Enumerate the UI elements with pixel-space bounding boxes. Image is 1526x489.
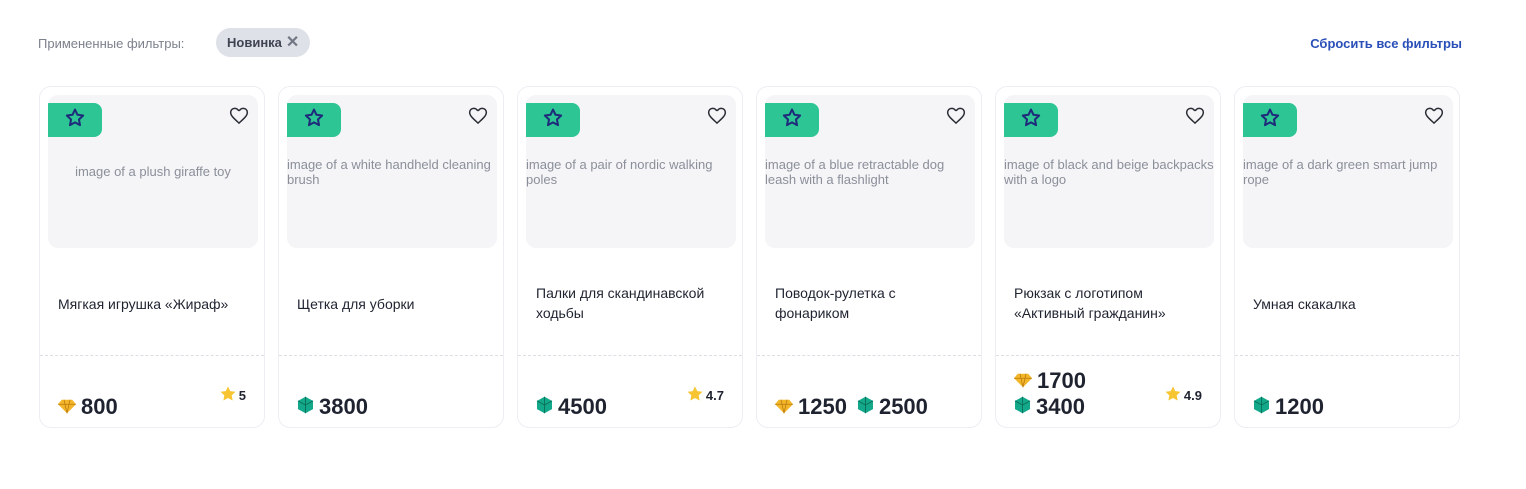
- rating-star-icon: [686, 385, 704, 406]
- product-prices: 1200: [1253, 382, 1324, 432]
- diamond-icon: [1014, 369, 1032, 393]
- product-image[interactable]: image of black and beige backpacks with …: [1004, 95, 1214, 248]
- diamond-icon: [58, 395, 76, 419]
- heart-outline-icon[interactable]: [943, 103, 969, 129]
- new-badge: [48, 103, 102, 137]
- product-prices: 3800: [297, 382, 368, 432]
- divider: [996, 355, 1220, 356]
- rating-value: 5: [238, 388, 246, 403]
- price: 3400: [1014, 394, 1086, 420]
- star-outline-icon: [64, 107, 86, 134]
- product-image[interactable]: image of a white handheld cleaning brush: [287, 95, 497, 248]
- star-outline-icon: [1020, 107, 1042, 134]
- product-prices: 4500: [536, 382, 607, 432]
- divider: [757, 355, 981, 356]
- new-badge: [1243, 103, 1297, 137]
- product-prices: 800: [58, 382, 118, 432]
- rating-star-icon: [219, 385, 237, 406]
- product-card[interactable]: image of a pair of nordic walking poles П…: [517, 86, 743, 428]
- divider: [518, 355, 742, 356]
- product-card[interactable]: image of a dark green smart jump rope Умн…: [1234, 86, 1460, 428]
- product-title[interactable]: Умная скакалка: [1253, 294, 1443, 314]
- star-outline-icon: [1259, 107, 1281, 134]
- heart-outline-icon[interactable]: [1182, 103, 1208, 129]
- price: 1250: [775, 395, 847, 419]
- rating-value: 4.9: [1183, 388, 1202, 403]
- star-outline-icon: [303, 107, 325, 134]
- rating-value: 4.7: [705, 388, 724, 403]
- product-title[interactable]: Поводок-рулетка с фонариком: [775, 283, 965, 323]
- product-card[interactable]: image of black and beige backpacks with …: [995, 86, 1221, 428]
- new-badge: [526, 103, 580, 137]
- product-image[interactable]: image of a pair of nordic walking poles: [526, 95, 736, 248]
- price-amount: 2500: [878, 394, 928, 419]
- heart-outline-icon[interactable]: [226, 103, 252, 129]
- price: 4500: [536, 395, 607, 419]
- divider: [279, 355, 503, 356]
- reset-filters-link[interactable]: Сбросить все фильтры: [1310, 36, 1462, 51]
- new-badge: [1004, 103, 1058, 137]
- rating-star-icon: [1164, 385, 1182, 406]
- price-amount: 1250: [798, 394, 847, 419]
- gem-icon: [536, 395, 553, 419]
- star-outline-icon: [781, 107, 803, 134]
- product-title[interactable]: Мягкая игрушка «Жираф»: [58, 294, 248, 314]
- price-amount: 1200: [1275, 394, 1324, 419]
- new-badge: [287, 103, 341, 137]
- heart-outline-icon[interactable]: [704, 103, 730, 129]
- gem-icon: [1014, 395, 1031, 419]
- divider: [1235, 355, 1459, 356]
- product-rating: 5: [219, 385, 246, 406]
- price-amount: 4500: [558, 394, 607, 419]
- gem-icon: [297, 395, 314, 419]
- product-rating: 4.9: [1164, 385, 1202, 406]
- product-title[interactable]: Палки для скандинавской ходьбы: [536, 283, 726, 323]
- price: 1200: [1253, 395, 1324, 419]
- price-amount: 3800: [319, 394, 368, 419]
- price-amount: 800: [81, 394, 118, 419]
- new-badge: [765, 103, 819, 137]
- product-rating: 4.7: [686, 385, 724, 406]
- product-title[interactable]: Щетка для уборки: [297, 294, 487, 314]
- price: 800: [58, 395, 118, 419]
- diamond-icon: [775, 395, 793, 419]
- product-image[interactable]: image of a blue retractable dog leash wi…: [765, 95, 975, 248]
- filter-chip-label: Новинка: [227, 35, 282, 50]
- gem-icon: [1253, 395, 1270, 419]
- price-amount: 3400: [1036, 394, 1085, 419]
- price: 3800: [297, 395, 368, 419]
- heart-outline-icon[interactable]: [1421, 103, 1447, 129]
- price: 1700: [1014, 368, 1086, 394]
- price-amount: 1700: [1037, 368, 1086, 393]
- close-icon[interactable]: ✕: [286, 34, 299, 51]
- star-outline-icon: [542, 107, 564, 134]
- product-prices: 1250 2500: [775, 382, 928, 432]
- price: 2500: [857, 395, 928, 419]
- filters-bar: Примененные фильтры: Новинка ✕ Сбросить …: [38, 28, 1462, 58]
- product-title[interactable]: Рюкзак с логотипом «Активный гражданин»: [1014, 283, 1204, 323]
- product-card[interactable]: image of a plush giraffe toy Мягкая игруш…: [39, 86, 265, 428]
- product-image[interactable]: image of a dark green smart jump rope: [1243, 95, 1453, 248]
- filter-chip-new[interactable]: Новинка ✕: [216, 28, 311, 57]
- applied-filters-label: Примененные фильтры:: [38, 36, 185, 51]
- product-card[interactable]: image of a white handheld cleaning brush…: [278, 86, 504, 428]
- gem-icon: [857, 395, 874, 419]
- heart-outline-icon[interactable]: [465, 103, 491, 129]
- product-image[interactable]: image of a plush giraffe toy: [48, 95, 258, 248]
- divider: [40, 355, 264, 356]
- product-card[interactable]: image of a blue retractable dog leash wi…: [756, 86, 982, 428]
- product-prices: 1700 3400: [1014, 368, 1086, 420]
